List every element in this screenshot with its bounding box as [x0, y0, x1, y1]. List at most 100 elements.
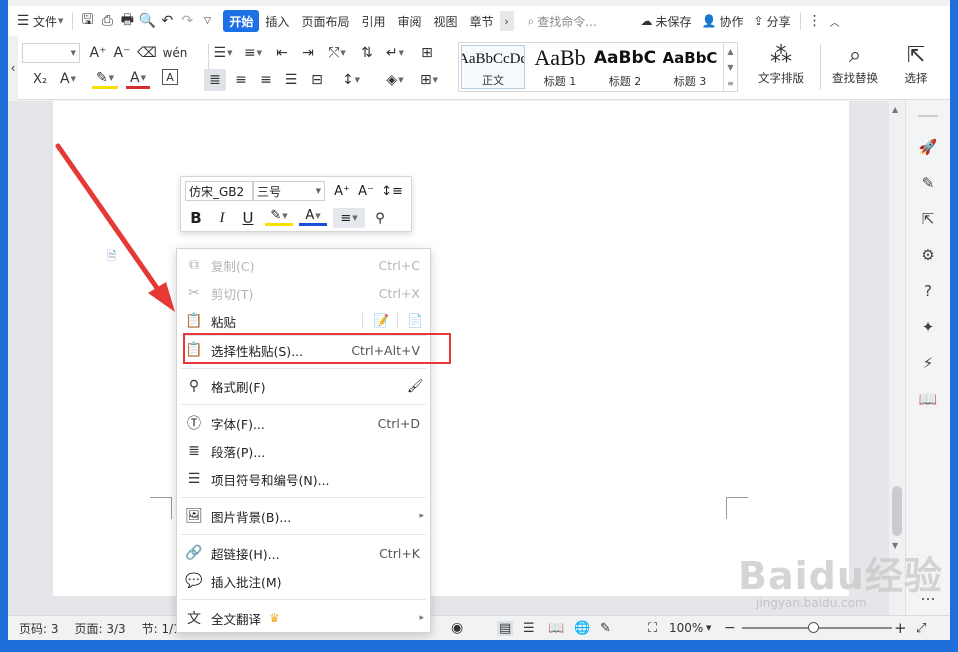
format-painter-quick-icon[interactable]: 🖌	[407, 379, 424, 394]
write-mode-icon[interactable]: ✎	[600, 621, 611, 636]
collapse-ribbon-icon[interactable]: ︿	[825, 11, 845, 31]
font-size-dropdown[interactable]: ▼	[22, 43, 80, 63]
more-options-icon[interactable]: ⋮	[805, 11, 825, 31]
rocket-icon[interactable]: 🚀	[918, 137, 938, 157]
bullet-list-icon[interactable]: ☰ ▼	[210, 43, 236, 63]
style-heading-1[interactable]: AaBb 标题 1	[529, 45, 591, 89]
ai-icon[interactable]: ✦	[918, 317, 938, 337]
ribbon-scroll-left-icon[interactable]: ‹	[8, 36, 18, 100]
print-preview-icon[interactable]: 🔍	[137, 11, 157, 31]
select-button[interactable]: ⇱ 选择	[894, 42, 938, 86]
align-center-icon[interactable]: ≡	[230, 69, 252, 91]
redo-icon[interactable]: ↷	[177, 11, 197, 31]
menu-item-copy[interactable]: ⧉ 复制(C) Ctrl+C	[177, 251, 430, 279]
zoom-level[interactable]: 100%	[669, 621, 703, 635]
page-view-icon[interactable]: ▤	[497, 620, 514, 636]
search-command[interactable]: ⌕ 查找命令...	[528, 13, 628, 30]
text-direction-icon[interactable]: ⤲ ▼	[324, 43, 350, 63]
menu-item-bullets[interactable]: ☰ 项目符号和编号(N)...	[177, 465, 430, 493]
show-marks-icon[interactable]: ↵ ▼	[382, 43, 408, 63]
tab-stops-icon[interactable]: ⊞	[416, 43, 438, 63]
pen-icon[interactable]: ✎	[918, 173, 938, 193]
menu-item-picture-background[interactable]: 🖼 图片背景(B)... ▸	[177, 502, 430, 530]
export-pdf-icon[interactable]: ⎙	[97, 11, 117, 31]
highlight-icon[interactable]: ✎ ▼	[265, 208, 293, 226]
print-icon[interactable]: 🖶	[117, 11, 137, 31]
grow-font-icon[interactable]: A⁺	[331, 181, 353, 201]
collab-button[interactable]: 👤 协作	[697, 9, 749, 33]
document-page[interactable]: 🗎	[53, 101, 849, 596]
eye-protection-icon[interactable]: ◉	[451, 620, 463, 636]
align-right-icon[interactable]: ≡	[255, 69, 277, 91]
tab-review[interactable]: 审阅	[391, 10, 427, 32]
undo-icon[interactable]: ↶	[157, 11, 177, 31]
tab-insert[interactable]: 插入	[259, 10, 295, 32]
format-painter-icon[interactable]: ⚲	[369, 208, 391, 228]
align-icon[interactable]: ≡ ▼	[333, 208, 365, 228]
borders-icon[interactable]: ⊞ ▼	[416, 69, 442, 91]
menu-item-paragraph[interactable]: ≣ 段落(P)...	[177, 437, 430, 465]
bold-button[interactable]: B	[185, 208, 207, 228]
line-spacing-icon[interactable]: ↕ ▼	[338, 69, 364, 91]
fullscreen-icon[interactable]: ⤢	[916, 621, 926, 636]
tab-home[interactable]: 开始	[223, 10, 260, 32]
style-normal[interactable]: AaBbCcDd 正文	[461, 45, 525, 89]
outline-view-icon[interactable]: ☰	[523, 621, 535, 636]
chevron-right-icon[interactable]: ›	[499, 11, 514, 31]
paste-text-only-icon[interactable]: 📄	[407, 314, 423, 329]
highlight-icon[interactable]: ✎ ▼	[92, 69, 118, 89]
tab-references[interactable]: 引用	[355, 10, 391, 32]
style-heading-3[interactable]: AaBbC 标题 3	[659, 45, 721, 89]
font-color-icon[interactable]: A ▼	[126, 69, 150, 89]
save-icon[interactable]: 🖫	[77, 11, 97, 31]
italic-button[interactable]: I	[211, 208, 233, 228]
underline-button[interactable]: U	[237, 208, 259, 228]
tab-chapter[interactable]: 章节	[464, 10, 500, 32]
grow-font-icon[interactable]: A⁺	[88, 43, 108, 63]
menu-item-translate[interactable]: 文 全文翻译 ♛ ▸	[177, 604, 430, 632]
unsaved-button[interactable]: ☁ 未保存	[636, 9, 697, 33]
mini-size-select[interactable]: 三号 ▼	[253, 181, 325, 201]
paste-keep-format-icon[interactable]: 📝	[373, 314, 389, 329]
zoom-out-icon[interactable]: −	[724, 620, 736, 636]
book-icon[interactable]: 📖	[918, 389, 938, 409]
sort-icon[interactable]: ⇅	[357, 43, 377, 63]
mini-font-select[interactable]: 仿宋_GB2	[185, 181, 253, 201]
fit-page-icon[interactable]: ⛶	[648, 621, 657, 636]
justify-icon[interactable]: ☰	[280, 69, 302, 91]
phonetic-guide-icon[interactable]: wén	[162, 43, 188, 63]
subscript-icon[interactable]: X₂	[30, 69, 50, 89]
zoom-slider-thumb[interactable]	[808, 622, 819, 633]
font-color-icon[interactable]: A ▼	[299, 208, 327, 226]
menu-item-format-painter[interactable]: ⚲ 格式刷(F) 🖌	[177, 372, 430, 400]
cursor-icon[interactable]: ⇱	[918, 209, 938, 229]
line-spacing-icon[interactable]: ↕≡	[381, 181, 403, 201]
menu-item-cut[interactable]: ✂ 剪切(T) Ctrl+X	[177, 279, 430, 307]
status-pages[interactable]: 页面: 3/3	[70, 620, 131, 637]
text-effect-icon[interactable]: A ▼	[56, 69, 80, 89]
clear-format-icon[interactable]: ⌫	[137, 43, 157, 63]
text-layout-button[interactable]: ⁂ 文字排版	[753, 42, 809, 86]
shading-icon[interactable]: ◈ ▼	[382, 69, 408, 91]
shrink-font-icon[interactable]: A⁻	[112, 43, 132, 63]
shrink-font-icon[interactable]: A⁻	[355, 181, 377, 201]
reading-view-icon[interactable]: 📖	[548, 621, 564, 636]
align-left-icon[interactable]: ≣	[204, 69, 226, 91]
vertical-scrollbar[interactable]: ▲ ▼	[889, 101, 905, 615]
increase-indent-icon[interactable]: ⇥	[298, 43, 318, 63]
style-heading-2[interactable]: AaBbC 标题 2	[593, 45, 657, 89]
menu-item-font[interactable]: Ⓣ 字体(F)... Ctrl+D	[177, 409, 430, 437]
scrollbar-thumb[interactable]	[892, 486, 902, 536]
share-button[interactable]: ⇪ 分享	[749, 9, 796, 33]
menu-item-insert-comment[interactable]: 💬 插入批注(M)	[177, 567, 430, 595]
help-icon[interactable]: ?	[918, 281, 938, 301]
char-border-icon[interactable]: A	[162, 69, 178, 85]
menu-item-paste[interactable]: 📋 粘贴 📝 📄	[177, 307, 430, 335]
settings-sliders-icon[interactable]: ⚙	[918, 245, 938, 265]
styles-scroll[interactable]: ▲ ▼ ≡	[723, 43, 737, 91]
zoom-in-icon[interactable]: +	[894, 619, 907, 637]
menu-item-hyperlink[interactable]: 🔗 超链接(H)... Ctrl+K	[177, 539, 430, 567]
menu-button[interactable]: ☰ 文件 ▼	[8, 9, 68, 33]
find-replace-button[interactable]: ⌕ 查找替换	[826, 42, 884, 86]
distribute-icon[interactable]: ⊟	[306, 69, 328, 91]
